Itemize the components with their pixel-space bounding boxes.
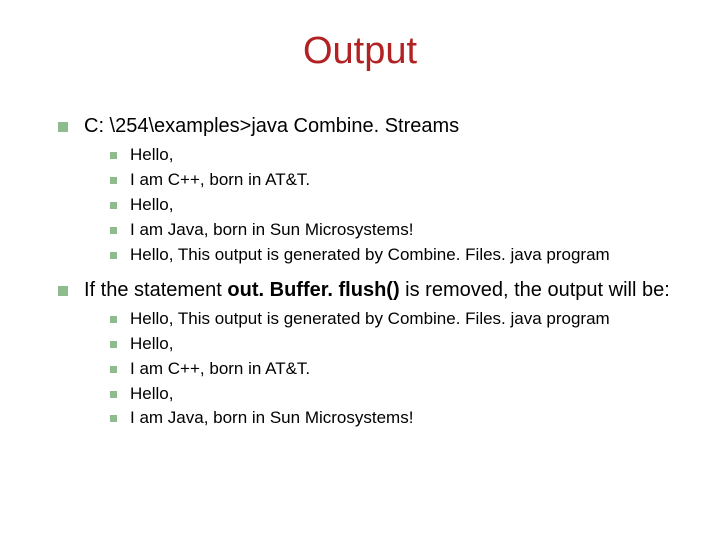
slide-content: C: \254\examples>java Combine. Streams H… (0, 113, 720, 430)
bullet-list-level2: Hello, I am C++, born in AT&T. Hello, I … (110, 144, 680, 267)
bullet-list-level1: C: \254\examples>java Combine. Streams H… (58, 113, 680, 430)
bullet-list-level2: Hello, This output is generated by Combi… (110, 308, 680, 431)
bullet-text-bold: out. Buffer. flush() (227, 279, 399, 301)
slide-title: Output (0, 30, 720, 73)
sub-bullet-item: Hello, (110, 144, 680, 167)
sub-bullet-item: I am C++, born in AT&T. (110, 358, 680, 381)
sub-bullet-item: Hello, (110, 333, 680, 356)
bullet-item: C: \254\examples>java Combine. Streams H… (58, 113, 680, 267)
sub-bullet-item: I am Java, born in Sun Microsystems! (110, 407, 680, 430)
sub-bullet-item: Hello, This output is generated by Combi… (110, 308, 680, 331)
sub-bullet-item: Hello, (110, 194, 680, 217)
bullet-text: C: \254\examples>java Combine. Streams (84, 115, 459, 137)
sub-bullet-item: Hello, This output is generated by Combi… (110, 244, 680, 267)
sub-bullet-item: Hello, (110, 383, 680, 406)
sub-bullet-item: I am C++, born in AT&T. (110, 169, 680, 192)
sub-bullet-item: I am Java, born in Sun Microsystems! (110, 219, 680, 242)
bullet-text-prefix: If the statement (84, 279, 227, 301)
bullet-text-suffix: is removed, the output will be: (400, 279, 670, 301)
bullet-item: If the statement out. Buffer. flush() is… (58, 277, 680, 431)
